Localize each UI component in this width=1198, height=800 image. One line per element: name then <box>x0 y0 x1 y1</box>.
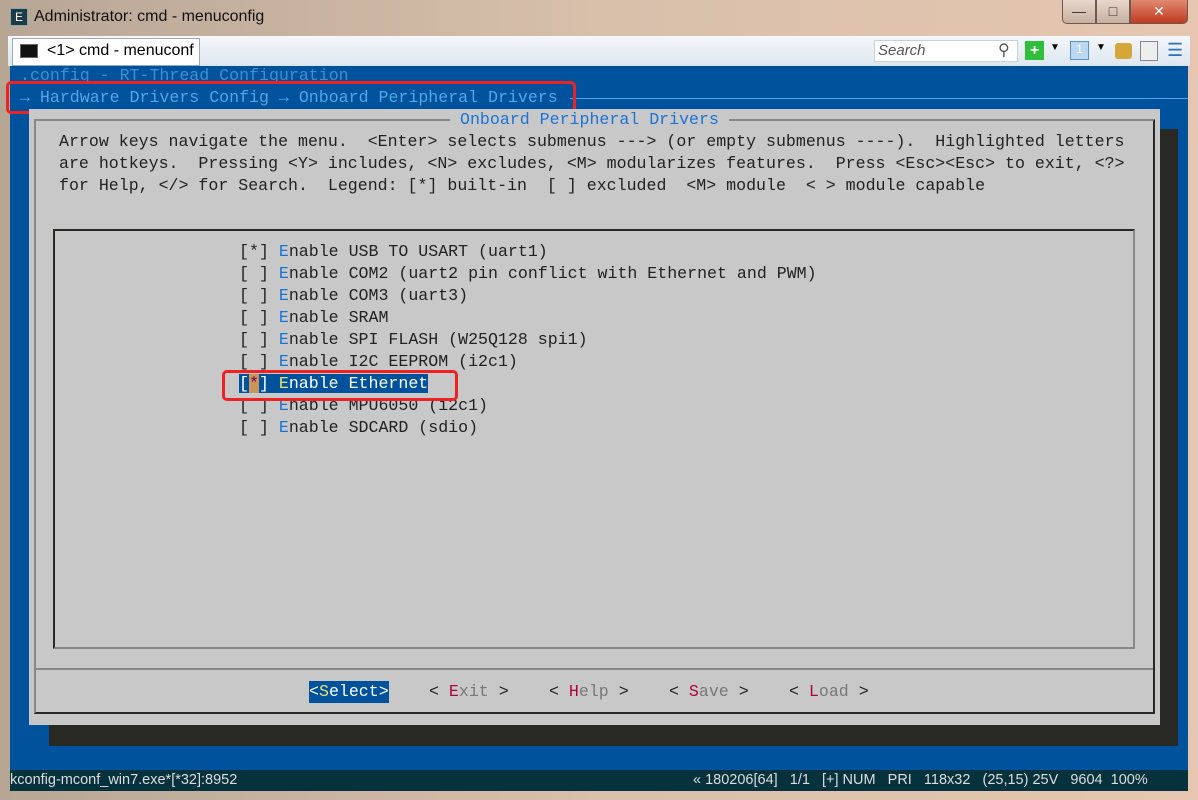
bracket-left: < <box>669 682 689 701</box>
checkbox-mark[interactable] <box>249 286 259 305</box>
console-icon <box>20 44 38 58</box>
window-title: Administrator: cmd - menuconfig <box>34 8 265 25</box>
add-console-icon[interactable]: + <box>1025 41 1044 60</box>
button-load[interactable]: < Load > <box>789 681 869 703</box>
maximize-button[interactable]: □ <box>1096 0 1130 24</box>
console-number-icon[interactable]: 1 <box>1070 41 1089 60</box>
close-button[interactable]: ✕ <box>1130 0 1188 24</box>
list-item[interactable]: [ ] Enable SPI FLASH (W25Q128 spi1) <box>239 329 588 351</box>
panel-icon[interactable] <box>1140 41 1158 61</box>
checkbox-close: ] <box>258 352 279 371</box>
hotkey-letter: E <box>278 264 289 283</box>
checkbox-close: ] <box>258 308 279 327</box>
item-label: nable I2C EEPROM (i2c1) <box>288 352 518 371</box>
lock-icon[interactable] <box>1115 43 1132 59</box>
annotation-box <box>222 370 458 401</box>
item-label: nable SRAM <box>288 308 389 327</box>
button-label: elp <box>578 682 609 701</box>
checkbox-mark[interactable] <box>249 330 259 349</box>
checkbox-mark[interactable] <box>249 264 259 283</box>
bracket-right: > <box>848 682 869 701</box>
hotkey-letter: S <box>318 682 329 701</box>
checkbox-close: ] <box>258 286 279 305</box>
list-item[interactable]: [ ] Enable COM3 (uart3) <box>239 285 468 307</box>
dropdown-icon[interactable]: ▼ <box>1050 42 1060 53</box>
list-item[interactable]: [ ] Enable SDCARD (sdio) <box>239 417 478 439</box>
bracket-left: < <box>309 682 319 701</box>
hotkey-letter: E <box>278 330 289 349</box>
search-input[interactable]: Search <box>874 40 1018 62</box>
hotkey-letter: E <box>278 418 289 437</box>
hotkey-letter: H <box>568 682 579 701</box>
menu-list <box>53 229 1135 649</box>
checkbox-mark[interactable] <box>249 418 259 437</box>
button-save[interactable]: < Save > <box>669 681 749 703</box>
app-icon: E <box>10 8 28 26</box>
item-label: nable COM2 (uart2 pin conflict with Ethe… <box>288 264 817 283</box>
button-label: oad <box>818 682 849 701</box>
hotkey-letter: E <box>278 308 289 327</box>
checkbox-open: [ <box>239 286 249 305</box>
status-process: kconfig-mconf_win7.exe*[*32]:8952 <box>10 772 238 788</box>
dropdown-icon[interactable]: ▼ <box>1096 42 1106 53</box>
checkbox-open: [ <box>239 330 249 349</box>
bracket-right: > <box>728 682 749 701</box>
item-label: nable USB TO USART (uart1) <box>288 242 548 261</box>
item-label: nable SPI FLASH (W25Q128 spi1) <box>288 330 588 349</box>
button-label: elect <box>328 682 379 701</box>
bracket-right: > <box>488 682 509 701</box>
minimize-button[interactable]: — <box>1062 0 1096 24</box>
item-label: nable COM3 (uart3) <box>288 286 469 305</box>
bracket-right: > <box>378 682 389 701</box>
button-label: xit <box>458 682 489 701</box>
breadcrumb-rule <box>570 98 1188 99</box>
help-text: for Help, </> for Search. Legend: [*] bu… <box>59 176 986 195</box>
hotkey-letter: S <box>688 682 699 701</box>
dialog-shadow <box>49 725 1178 746</box>
help-text: are hotkeys. Pressing <Y> includes, <N> … <box>59 154 1125 173</box>
hotkey-letter: E <box>278 242 289 261</box>
checkbox-close: ] <box>258 242 279 261</box>
checkbox-mark[interactable] <box>249 308 259 327</box>
list-item[interactable]: [*] Enable USB TO USART (uart1) <box>239 241 548 263</box>
checkbox-mark[interactable]: * <box>249 242 259 261</box>
menu-icon[interactable]: ☰ <box>1167 40 1183 61</box>
tab-console-1[interactable]: <1> cmd - menuconf <box>12 38 200 66</box>
checkbox-close: ] <box>258 330 279 349</box>
hotkey-letter: E <box>278 286 289 305</box>
hotkey-letter: E <box>448 682 459 701</box>
item-label: nable SDCARD (sdio) <box>288 418 479 437</box>
checkbox-close: ] <box>258 418 279 437</box>
bracket-left: < <box>789 682 809 701</box>
bracket-left: < <box>429 682 449 701</box>
hotkey-letter: E <box>278 352 289 371</box>
button-label: ave <box>698 682 729 701</box>
dialog-shadow <box>1160 129 1178 725</box>
button-exit[interactable]: < Exit > <box>429 681 509 703</box>
bracket-right: > <box>608 682 629 701</box>
checkbox-open: [ <box>239 352 249 371</box>
button-separator <box>36 668 1153 670</box>
checkbox-mark[interactable] <box>249 352 259 371</box>
button-help[interactable]: < Help > <box>549 681 629 703</box>
status-bar: kconfig-mconf_win7.exe*[*32]:8952 « 1802… <box>10 770 1188 791</box>
button-select[interactable]: <Select> <box>309 681 389 703</box>
status-info: « 180206[64] 1/1 [+] NUM PRI 118x32 (25,… <box>693 772 1148 788</box>
list-item[interactable]: [ ] Enable COM2 (uart2 pin conflict with… <box>239 263 817 285</box>
help-text: Arrow keys navigate the menu. <Enter> se… <box>59 132 1125 151</box>
search-icon[interactable]: ⚲ <box>998 40 1010 60</box>
checkbox-open: [ <box>239 264 249 283</box>
checkbox-open: [ <box>239 308 249 327</box>
checkbox-close: ] <box>258 264 279 283</box>
dialog-title: Onboard Peripheral Drivers <box>450 109 729 131</box>
list-item[interactable]: [ ] Enable SRAM <box>239 307 388 329</box>
bracket-left: < <box>549 682 569 701</box>
hotkey-letter: L <box>808 682 819 701</box>
checkbox-open: [ <box>239 418 249 437</box>
checkbox-open: [ <box>239 242 249 261</box>
